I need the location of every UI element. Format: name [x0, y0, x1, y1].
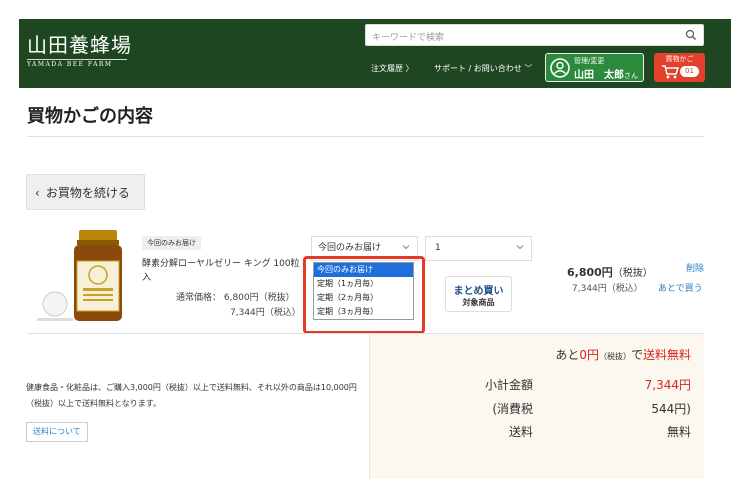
item-price-tax: 7,344円（税込）	[572, 284, 643, 294]
item-price-suffix: （税抜）	[612, 268, 653, 279]
subtotal-value: 7,344円	[644, 378, 691, 392]
buy-later-link[interactable]: あとで買う	[658, 281, 703, 294]
shipping-info-link[interactable]: 送料について	[26, 422, 88, 442]
free-ship-tax: （税抜）	[598, 352, 631, 361]
shipping-fee-label: 送料	[508, 425, 533, 439]
page-title: 買物かごの内容	[27, 106, 153, 127]
delivery-type-tag: 今回のみお届け	[142, 236, 201, 250]
site-header: 山田養蜂場 YAMADA BEE FARM 注文履歴 〉 サポート / お問い合…	[19, 19, 731, 88]
search-icon[interactable]	[685, 29, 697, 41]
logo-subtitle: YAMADA BEE FARM	[27, 61, 113, 68]
nav-support[interactable]: サポート / お問い合わせ ﹀	[434, 63, 532, 74]
cart-icon	[662, 65, 679, 79]
quantity-select-value: 1	[435, 243, 441, 253]
cart-label: 買物かご	[665, 55, 694, 63]
search-input[interactable]	[366, 28, 666, 48]
regular-price: 通常価格： 6,800円（税抜）	[176, 293, 295, 303]
cart-count-badge: 01	[680, 66, 699, 77]
account-manage-label: 管理/変更	[574, 57, 605, 65]
user-honorific: さん	[624, 72, 638, 80]
chevron-down-icon	[402, 245, 410, 250]
logo-divider	[27, 59, 127, 60]
tax-value: 544円)	[651, 402, 691, 416]
shipping-fee-value: 無料	[666, 425, 691, 439]
free-ship-prefix: あと	[555, 348, 580, 362]
order-summary: あと0円（税抜）で送料無料 小計金額 7,344円 (消費税 544円) 送料 …	[369, 334, 704, 479]
subtotal-label: 小計金額	[484, 378, 533, 392]
item-price-value: 6,800円	[567, 266, 613, 279]
chevron-down-icon	[516, 245, 524, 250]
free-ship-amount: 0円	[579, 348, 599, 362]
cart-button[interactable]: 買物かご 01	[654, 53, 705, 82]
regular-price-tax: 7,344円（税込）	[230, 308, 301, 318]
bulk-buy-subtitle: 対象商品	[462, 298, 495, 307]
dropdown-highlight-box	[303, 256, 425, 334]
bulk-buy-title: まとめ買い	[453, 286, 504, 297]
bulk-buy-badge: まとめ買い 対象商品	[445, 276, 512, 312]
nav-order-history[interactable]: 注文履歴 〉	[371, 63, 414, 74]
delivery-select-value: 今回のみお届け	[318, 243, 382, 253]
user-name: 山田 太郎さん	[574, 66, 638, 81]
continue-shopping-label: お買物を続ける	[45, 185, 130, 200]
account-button[interactable]: 管理/変更 山田 太郎さん	[545, 53, 644, 82]
delete-link[interactable]: 削除	[686, 261, 704, 274]
product-image[interactable]	[34, 225, 134, 325]
user-icon	[550, 58, 570, 78]
title-divider	[27, 136, 704, 137]
chevron-left-icon: ‹	[35, 185, 40, 200]
search-bar	[365, 24, 704, 48]
free-ship-suffix: 送料無料	[642, 348, 691, 362]
logo[interactable]: 山田養蜂場	[27, 29, 132, 58]
quantity-select[interactable]: 1	[425, 236, 532, 261]
item-price: 6,800円（税抜）	[567, 264, 653, 280]
shipping-note: 健康食品・化粧品は、ご購入3,000円（税抜）以上で送料無料、それ以外の商品は1…	[26, 383, 357, 408]
free-shipping-message: あと0円（税抜）で送料無料	[555, 346, 691, 363]
tax-label: (消費税	[492, 402, 533, 416]
free-ship-middle: で	[630, 348, 643, 362]
continue-shopping-button[interactable]: ‹ お買物を続ける	[26, 174, 145, 210]
product-name[interactable]: 酵素分解ローヤルゼリー キング 100粒入	[142, 257, 307, 285]
user-name-text: 山田 太郎	[574, 70, 624, 81]
